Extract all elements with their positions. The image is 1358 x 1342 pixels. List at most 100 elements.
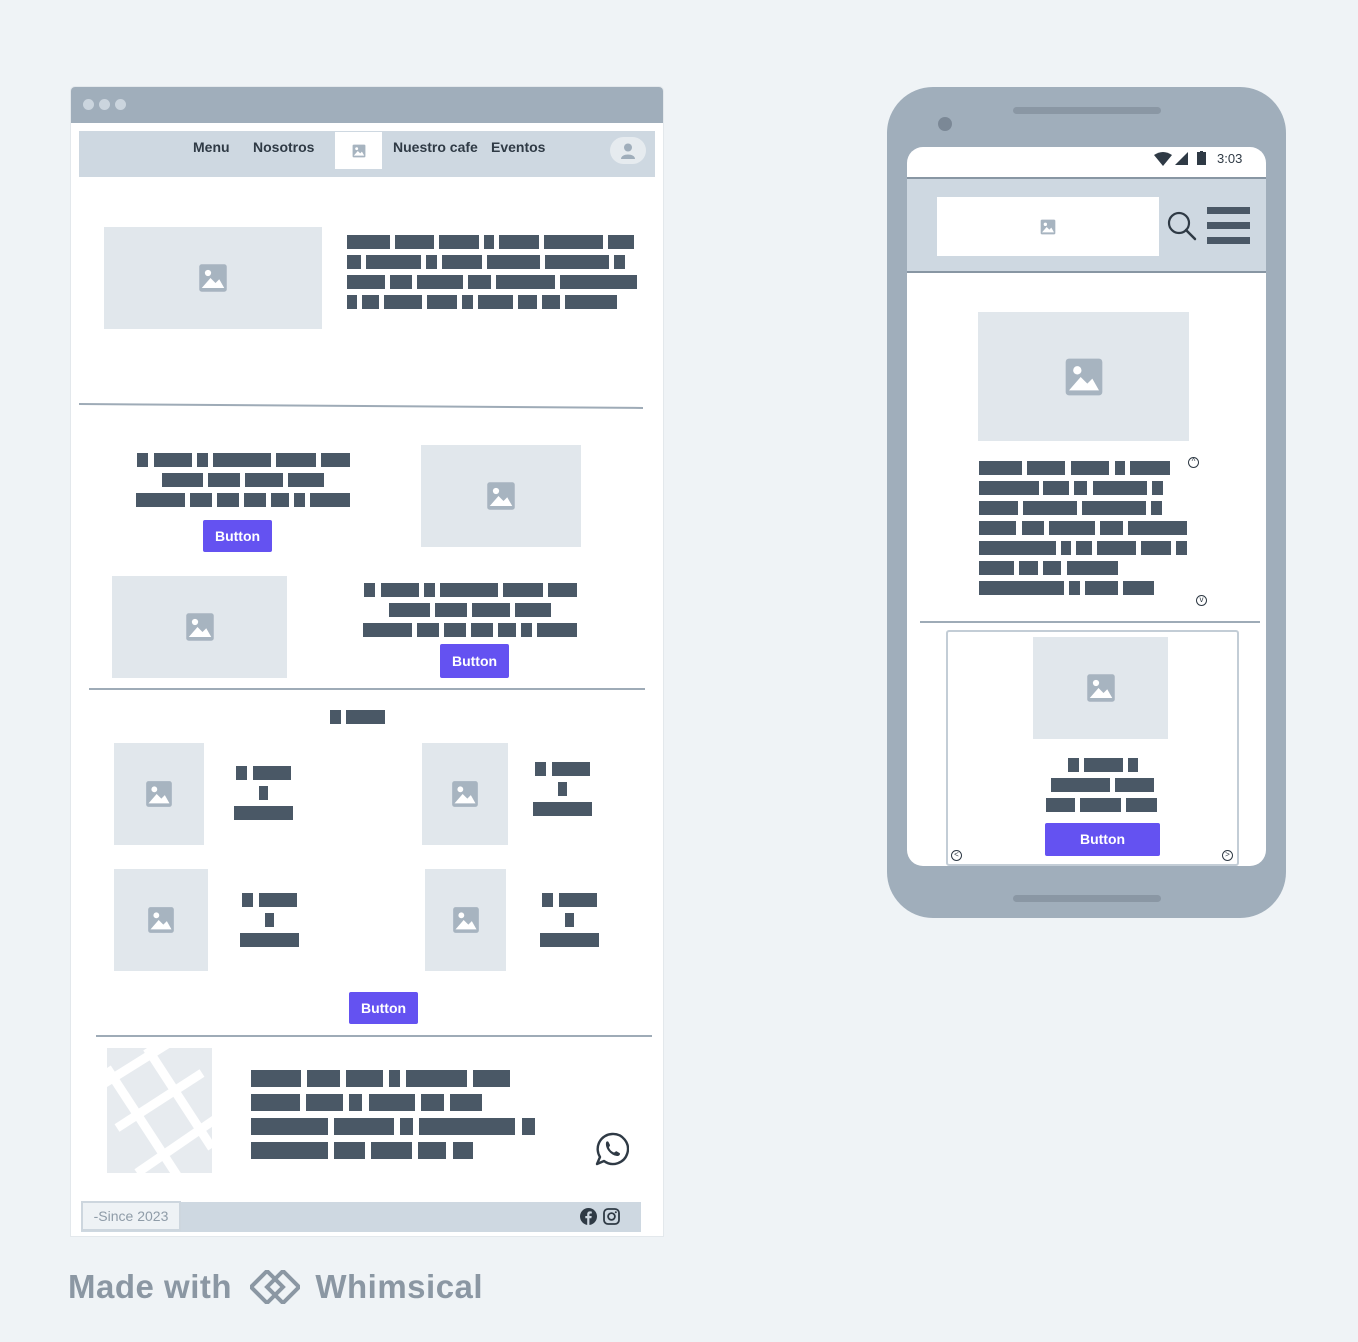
placeholder-text-bar xyxy=(499,235,539,249)
placeholder-text-bar xyxy=(496,275,555,289)
signal-icon xyxy=(1175,152,1188,165)
hero-text-block xyxy=(347,235,647,315)
placeholder-text-bar xyxy=(1051,778,1110,792)
placeholder-text-bar xyxy=(979,501,1018,515)
placeholder-text-bar xyxy=(1071,461,1109,475)
placeholder-text-bar xyxy=(137,453,148,467)
phone-camera xyxy=(938,117,952,131)
placeholder-text-bar xyxy=(1067,561,1118,575)
gallery-heading xyxy=(330,710,386,724)
promo-button-2[interactable]: Button xyxy=(440,644,509,678)
scroll-down-icon[interactable]: v xyxy=(1196,595,1207,606)
image-icon xyxy=(146,781,172,807)
placeholder-text-bar xyxy=(424,583,435,597)
window-dot-close[interactable] xyxy=(83,99,94,110)
gallery-item-text xyxy=(234,766,294,820)
placeholder-text-bar xyxy=(418,1142,446,1159)
placeholder-text-bar xyxy=(472,603,510,617)
placeholder-text-bar xyxy=(979,481,1039,495)
promo-button-1[interactable]: Button xyxy=(203,520,272,552)
placeholder-text-bar xyxy=(369,1094,415,1111)
instagram-icon xyxy=(603,1208,620,1225)
scroll-up-icon[interactable]: ^ xyxy=(1188,457,1199,468)
promo-text-block xyxy=(136,453,352,509)
section-divider xyxy=(78,403,644,409)
placeholder-text-bar xyxy=(1141,541,1171,555)
placeholder-text-bar xyxy=(334,1142,365,1159)
placeholder-text-bar xyxy=(518,295,537,309)
placeholder-text-bar xyxy=(306,1094,343,1111)
carousel-next-icon[interactable]: > xyxy=(1222,850,1233,861)
user-avatar[interactable] xyxy=(610,137,646,164)
placeholder-text-bar xyxy=(208,473,240,487)
nav-link-nuestro-cafe[interactable]: Nuestro cafe xyxy=(393,139,478,155)
placeholder-text-bar xyxy=(1022,521,1044,535)
battery-icon xyxy=(1197,151,1206,165)
search-icon[interactable] xyxy=(1167,211,1197,241)
mobile-phone-frame: 3:03 ^ v Button < > xyxy=(887,87,1286,918)
placeholder-text-bar xyxy=(406,1070,467,1087)
mobile-logo-image[interactable] xyxy=(937,197,1159,256)
placeholder-text-bar xyxy=(462,295,473,309)
whatsapp-icon xyxy=(595,1132,630,1166)
facebook-link[interactable] xyxy=(580,1208,597,1225)
placeholder-text-bar xyxy=(535,762,546,776)
placeholder-text-bar xyxy=(217,493,239,507)
carousel-button[interactable]: Button xyxy=(1045,823,1160,856)
window-dot-maximize[interactable] xyxy=(115,99,126,110)
placeholder-text-bar xyxy=(1126,798,1157,812)
placeholder-text-bar xyxy=(979,581,1064,595)
placeholder-text-bar xyxy=(478,295,513,309)
nav-link-nosotros[interactable]: Nosotros xyxy=(253,139,314,155)
section-divider xyxy=(920,621,1260,623)
placeholder-text-bar xyxy=(979,461,1022,475)
location-map[interactable] xyxy=(107,1048,212,1173)
placeholder-text-bar xyxy=(310,493,350,507)
placeholder-text-bar xyxy=(471,623,493,637)
phone-home-bar xyxy=(1013,895,1161,902)
placeholder-text-bar xyxy=(390,275,412,289)
status-time: 3:03 xyxy=(1217,151,1243,166)
made-with-badge[interactable]: Made with Whimsical xyxy=(68,1268,483,1306)
placeholder-text-bar xyxy=(521,623,532,637)
placeholder-text-bar xyxy=(321,453,350,467)
nav-link-eventos[interactable]: Eventos xyxy=(491,139,545,155)
hero-image xyxy=(104,227,322,329)
placeholder-text-bar xyxy=(288,473,324,487)
placeholder-text-bar xyxy=(1027,461,1065,475)
placeholder-text-bar xyxy=(346,1070,383,1087)
mobile-header xyxy=(907,177,1266,273)
gallery-item-image xyxy=(422,743,508,845)
placeholder-text-bar xyxy=(540,933,599,947)
placeholder-text-bar xyxy=(253,766,291,780)
whatsapp-button[interactable] xyxy=(595,1132,630,1166)
placeholder-text-bar xyxy=(265,913,274,927)
placeholder-text-bar xyxy=(421,1094,444,1111)
placeholder-text-bar xyxy=(1049,521,1095,535)
placeholder-text-bar xyxy=(473,1070,510,1087)
placeholder-text-bar xyxy=(389,603,430,617)
placeholder-text-bar xyxy=(1076,541,1092,555)
placeholder-text-bar xyxy=(1097,541,1136,555)
browser-titlebar xyxy=(71,87,663,123)
promo-image-2 xyxy=(112,576,287,678)
gallery-item-image xyxy=(425,869,506,971)
instagram-link[interactable] xyxy=(603,1208,620,1225)
window-dot-minimize[interactable] xyxy=(99,99,110,110)
image-icon xyxy=(185,613,214,641)
facebook-icon xyxy=(580,1208,597,1225)
hamburger-menu-icon[interactable] xyxy=(1207,207,1250,245)
nav-logo-image[interactable] xyxy=(335,132,382,169)
placeholder-text-bar xyxy=(1046,798,1075,812)
placeholder-text-bar xyxy=(1151,501,1162,515)
placeholder-text-bar xyxy=(442,255,482,269)
placeholder-text-bar xyxy=(1061,541,1071,555)
whimsical-logo-icon xyxy=(247,1268,302,1306)
nav-link-menu[interactable]: Menu xyxy=(193,139,230,155)
carousel-prev-icon[interactable]: < xyxy=(951,850,962,861)
placeholder-text-bar xyxy=(545,255,609,269)
map-icon xyxy=(107,1048,212,1173)
placeholder-text-bar xyxy=(548,583,577,597)
gallery-button[interactable]: Button xyxy=(349,992,418,1024)
image-icon xyxy=(1040,219,1056,234)
